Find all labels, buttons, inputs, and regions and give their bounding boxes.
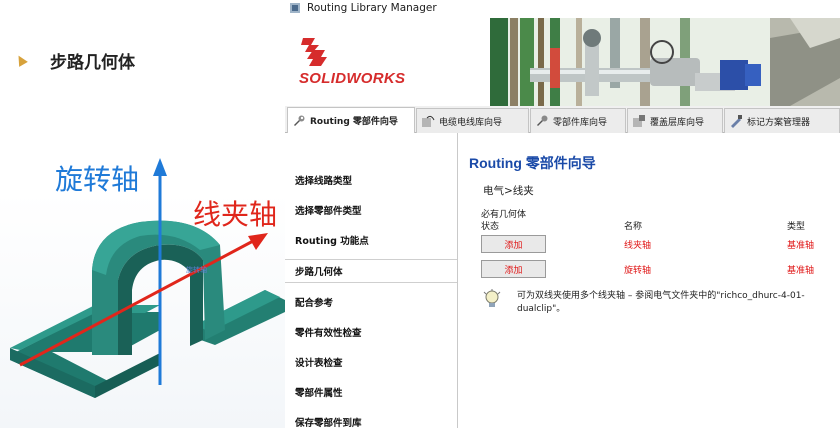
rotation-axis-label: 旋转轴 bbox=[55, 163, 140, 196]
step-component-attributes[interactable]: 零部件属性 bbox=[295, 385, 343, 399]
step-part-validity-check[interactable]: 零件有效性检查 bbox=[295, 325, 362, 339]
cable-library-icon bbox=[422, 115, 435, 127]
wizard-tabs: Routing 零部件向导 电缆电线库向导 零部件库向导 覆盖层库向导 标记方案… bbox=[285, 106, 840, 133]
tab-label: 覆盖层库向导 bbox=[650, 117, 705, 128]
brand-logo: SOLIDWORKS bbox=[299, 70, 406, 87]
geometry-name-rotation-axis: 旋转轴 bbox=[624, 266, 652, 276]
geometry-type-datum-axis: 基准轴 bbox=[787, 266, 815, 276]
geometry-type-datum-axis: 基准轴 bbox=[787, 241, 815, 251]
tab-label: Routing 零部件向导 bbox=[310, 117, 398, 127]
model-axis-tag: 旋转轴 bbox=[186, 265, 207, 274]
wizard-steps-panel: 选择线路类型 选择零部件类型 Routing 功能点 步路几何体 配合参考 零件… bbox=[285, 133, 458, 428]
routing-library-manager-window: Routing Library Manager SOLIDWORKS Routi… bbox=[285, 0, 840, 428]
step-design-table-check[interactable]: 设计表检查 bbox=[295, 355, 343, 369]
banner: SOLIDWORKS bbox=[285, 18, 840, 106]
clip-model-illustration: 旋转轴 bbox=[10, 158, 285, 398]
window-titlebar[interactable]: Routing Library Manager bbox=[285, 0, 840, 18]
clip-axis-label: 线夹轴 bbox=[193, 198, 278, 231]
add-clip-axis-button[interactable]: 添加 bbox=[481, 235, 546, 253]
lightbulb-icon bbox=[483, 289, 501, 307]
routing-wrench-icon bbox=[294, 115, 305, 126]
tab-cable-wire-library[interactable]: 电缆电线库向导 bbox=[416, 108, 529, 133]
wizard-content: Routing 零部件向导 电气>线夹 必有几何体 状态 名称 类型 添加 线夹… bbox=[459, 133, 840, 428]
step-routing-points[interactable]: Routing 功能点 bbox=[295, 233, 369, 247]
tab-label: 标记方案管理器 bbox=[747, 117, 811, 128]
tab-covering-library[interactable]: 覆盖层库向导 bbox=[627, 108, 723, 133]
window-title: Routing Library Manager bbox=[307, 2, 437, 14]
geometry-name-clip-axis: 线夹轴 bbox=[624, 241, 652, 251]
step-select-component-type[interactable]: 选择零部件类型 bbox=[295, 203, 362, 217]
column-header-name: 名称 bbox=[624, 222, 643, 232]
step-select-route-type[interactable]: 选择线路类型 bbox=[295, 173, 352, 187]
column-header-status: 状态 bbox=[481, 222, 500, 232]
tip-text: 可为双线夹使用多个线夹轴 – 参阅电气文件夹中的"richco_dhurc-4-… bbox=[517, 291, 805, 314]
app-icon bbox=[290, 3, 300, 13]
slide-title: 步路几何体 bbox=[50, 53, 135, 73]
slide-panel: 步路几何体 旋转轴 旋转轴 线夹轴 bbox=[0, 0, 285, 428]
column-header-type: 类型 bbox=[787, 222, 806, 232]
breadcrumb: 电气>线夹 bbox=[483, 185, 534, 197]
markup-scheme-icon bbox=[731, 115, 742, 128]
step-routing-geometry[interactable]: 步路几何体 bbox=[295, 264, 343, 278]
step-mate-references[interactable]: 配合参考 bbox=[295, 295, 333, 309]
tab-label: 零部件库向导 bbox=[553, 117, 608, 128]
component-library-icon bbox=[537, 115, 548, 126]
solidworks-logo-icon bbox=[301, 38, 327, 66]
add-rotation-axis-button[interactable]: 添加 bbox=[481, 260, 546, 278]
page-title: Routing 零部件向导 bbox=[469, 155, 596, 171]
tab-label: 电缆电线库向导 bbox=[439, 117, 503, 128]
piping-illustration bbox=[490, 18, 840, 106]
covering-library-icon bbox=[633, 115, 645, 127]
bullet-icon bbox=[14, 53, 28, 67]
tab-component-library[interactable]: 零部件库向导 bbox=[530, 108, 626, 133]
tab-markup-scheme-manager[interactable]: 标记方案管理器 bbox=[724, 108, 840, 133]
step-save-to-library[interactable]: 保存零部件到库 bbox=[295, 415, 362, 428]
tab-routing-component-wizard[interactable]: Routing 零部件向导 bbox=[287, 107, 415, 133]
